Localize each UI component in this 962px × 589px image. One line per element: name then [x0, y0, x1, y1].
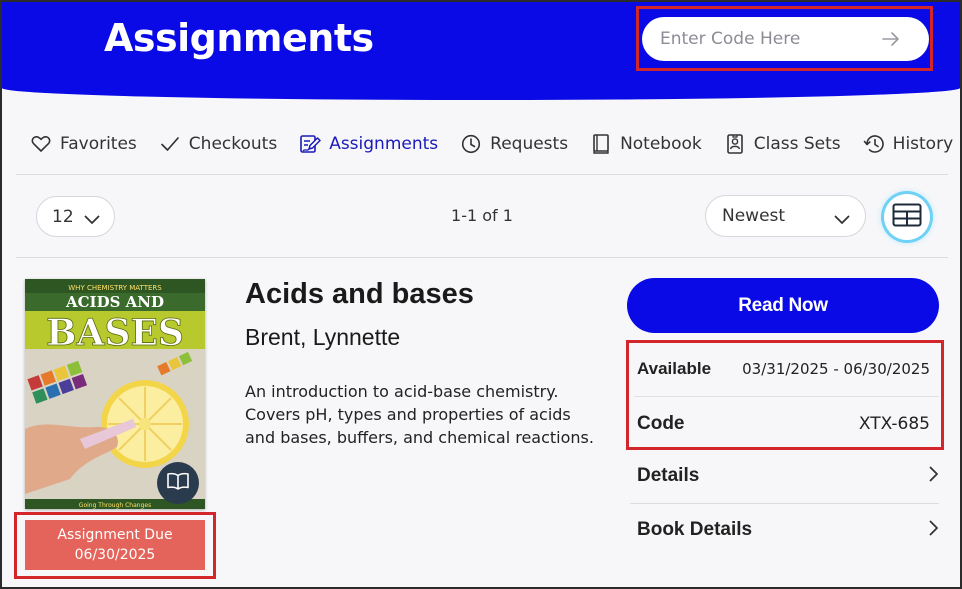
app-frame: Assignments Favorites Checkouts As — [0, 0, 962, 589]
available-row: Available 03/31/2025 - 06/30/2025 — [637, 357, 930, 381]
tab-checkouts[interactable]: Checkouts — [159, 133, 277, 155]
badge-icon — [724, 133, 746, 155]
tab-label: Requests — [490, 134, 569, 154]
tab-requests[interactable]: Requests — [460, 133, 568, 155]
open-book-icon — [166, 472, 190, 495]
cover-title-line2: BASES — [46, 312, 184, 354]
code-input-container — [642, 17, 929, 61]
toolbar-divider — [16, 257, 948, 258]
code-label: Code — [637, 413, 685, 434]
grid-view-toggle[interactable] — [884, 194, 930, 240]
book-description: An introduction to acid-base chemistry. … — [245, 382, 594, 447]
arrow-right-icon[interactable] — [878, 26, 904, 52]
due-label: Assignment Due — [57, 527, 173, 543]
due-date: 06/30/2025 — [74, 547, 156, 563]
tab-label: Checkouts — [188, 134, 278, 154]
chevron-right-icon — [929, 466, 939, 487]
tab-label: Class Sets — [753, 134, 841, 154]
tab-notebook[interactable]: Notebook — [590, 133, 702, 155]
book-author: Brent, Lynnette — [245, 324, 401, 350]
assignment-due-badge: Assignment Due 06/30/2025 — [25, 520, 205, 570]
heart-icon — [30, 133, 52, 155]
assignment-edit-icon — [299, 133, 321, 155]
chevron-right-icon — [929, 520, 939, 541]
pagination-status: 1-1 of 1 — [451, 206, 513, 225]
tab-class-sets[interactable]: Class Sets — [724, 133, 841, 155]
details-link[interactable]: Details — [637, 461, 939, 491]
available-label: Available — [637, 359, 712, 378]
cover-title-line1: ACIDS AND — [65, 293, 164, 311]
clock-icon — [460, 133, 482, 155]
tab-label: History — [892, 134, 954, 154]
sort-value: Newest — [722, 206, 786, 226]
info-divider — [634, 396, 939, 397]
tab-history[interactable]: History — [863, 133, 953, 155]
open-book-button[interactable] — [157, 462, 199, 504]
per-page-value: 12 — [52, 206, 74, 227]
tab-label: Notebook — [620, 134, 702, 154]
cover-series: WHY CHEMISTRY MATTERS — [68, 284, 162, 292]
grid-view-icon — [892, 203, 922, 232]
available-value: 03/31/2025 - 06/30/2025 — [742, 360, 930, 378]
details-label: Details — [637, 465, 700, 486]
tab-favorites[interactable]: Favorites — [30, 133, 137, 155]
chevron-down-icon — [84, 210, 100, 230]
chevron-down-icon — [834, 210, 850, 230]
code-row: Code XTX-685 — [637, 410, 930, 438]
nav-tabs: Favorites Checkouts Assignments Requests… — [30, 130, 953, 158]
code-input[interactable] — [660, 27, 870, 51]
notebook-icon — [590, 133, 612, 155]
history-icon — [863, 133, 885, 155]
book-title[interactable]: Acids and bases — [245, 278, 474, 311]
sort-select[interactable]: Newest — [705, 195, 866, 237]
per-page-select[interactable]: 12 — [36, 196, 115, 237]
cover-tagline: Going Through Changes — [79, 502, 151, 509]
check-icon — [159, 133, 181, 155]
book-details-label: Book Details — [637, 519, 753, 540]
nav-divider — [16, 174, 948, 175]
page-title: Assignments — [104, 16, 374, 60]
code-value: XTX-685 — [858, 414, 930, 434]
tab-assignments[interactable]: Assignments — [299, 133, 438, 155]
book-details-link[interactable]: Book Details — [637, 515, 939, 545]
details-divider — [630, 503, 939, 504]
tab-label: Favorites — [60, 134, 137, 154]
tab-label: Assignments — [329, 134, 439, 154]
read-now-button[interactable]: Read Now — [627, 278, 939, 333]
